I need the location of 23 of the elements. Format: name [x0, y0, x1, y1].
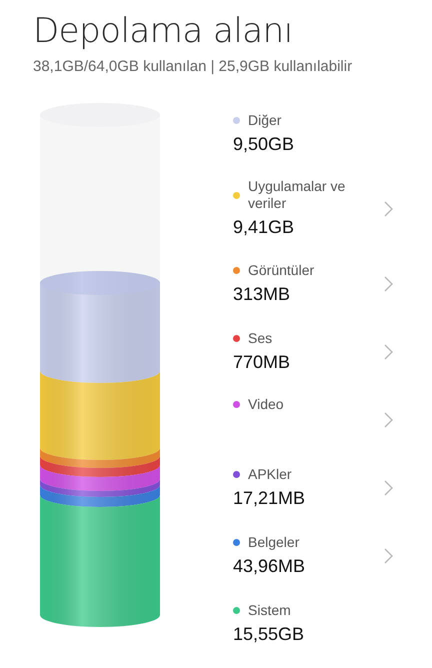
- storage-summary: 38,1GB/64,0GB kullanılan | 25,9GB kullanılabilir: [33, 58, 354, 75]
- category-size: 770MB: [233, 350, 292, 374]
- category-label: Ses: [248, 330, 274, 346]
- chevron-right-icon[interactable]: [384, 480, 393, 496]
- chevron-right-icon[interactable]: [384, 412, 393, 428]
- category-size: 9,41GB: [233, 216, 296, 239]
- category-label: Sistem: [248, 602, 292, 618]
- category-label: Video: [248, 396, 285, 413]
- category-label: Uygulamalar ve veriler: [248, 178, 346, 212]
- category-size: 15,55GB: [233, 622, 306, 646]
- chevron-right-icon[interactable]: [384, 276, 393, 292]
- category-label: Görüntüler: [248, 262, 316, 278]
- category-label: Belgeler: [248, 534, 300, 550]
- chevron-right-icon[interactable]: [384, 200, 393, 216]
- category-size: 43,96MB: [233, 554, 306, 578]
- page-title: Depolama alanı: [33, 10, 294, 52]
- chevron-right-icon[interactable]: [384, 344, 393, 360]
- category-label: APKler: [248, 466, 293, 482]
- category-size: 17,21MB: [233, 486, 306, 510]
- category-size: 313MB: [233, 282, 292, 306]
- category-size: 9,50GB: [233, 132, 296, 156]
- chevron-right-icon[interactable]: [384, 548, 393, 564]
- category-label: Diğer: [248, 112, 282, 128]
